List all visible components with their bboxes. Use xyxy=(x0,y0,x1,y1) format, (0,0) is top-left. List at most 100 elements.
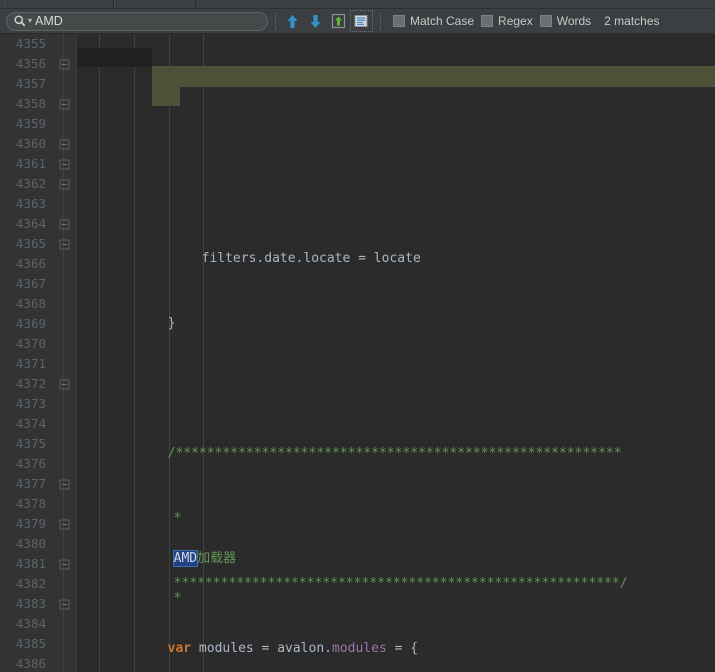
fold-collapse-icon[interactable] xyxy=(56,374,72,394)
words-checkbox[interactable]: Words xyxy=(539,14,592,28)
search-result-block-highlight xyxy=(152,66,715,87)
code-line[interactable]: * AMD加载器 * xyxy=(77,489,715,606)
line-number[interactable]: 4378 xyxy=(0,494,50,514)
line-number[interactable]: 4376 xyxy=(0,454,50,474)
fold-expand-icon[interactable] xyxy=(56,154,72,174)
fold-marker-column[interactable] xyxy=(56,34,72,672)
line-number[interactable]: 4375 xyxy=(0,434,50,454)
find-all-button[interactable] xyxy=(350,10,373,32)
editor-gutter[interactable]: 4355 4356 4357 4358 4359 4360 4361 4362 4363 4364… xyxy=(0,34,77,672)
fold-expand-icon xyxy=(59,559,69,569)
fold-slot-empty xyxy=(56,574,72,594)
code-token: } xyxy=(167,316,176,331)
search-history-caret-icon[interactable]: ▾ xyxy=(28,17,32,25)
fold-collapse-icon[interactable] xyxy=(56,514,72,534)
fold-slot-empty xyxy=(56,394,72,414)
line-number[interactable]: 4363 xyxy=(0,194,50,214)
fold-slot-empty xyxy=(56,314,72,334)
code-line[interactable] xyxy=(77,359,715,379)
line-number[interactable]: 4385 xyxy=(0,634,50,654)
current-block-shadow xyxy=(77,48,152,67)
fold-expand-icon[interactable] xyxy=(56,94,72,114)
fold-expand-icon[interactable] xyxy=(56,474,72,494)
line-number[interactable]: 4357 xyxy=(0,74,50,94)
line-number[interactable]: 4356 xyxy=(0,54,50,74)
fold-collapse-icon[interactable] xyxy=(56,134,72,154)
toolbar-separator xyxy=(275,12,276,30)
fold-expand-icon xyxy=(59,599,69,609)
line-number[interactable]: 4370 xyxy=(0,334,50,354)
line-number[interactable]: 4379 xyxy=(0,514,50,534)
line-number[interactable]: 4380 xyxy=(0,534,50,554)
regex-checkbox[interactable]: Regex xyxy=(481,14,533,28)
search-input[interactable]: ▾ AMD xyxy=(6,11,268,31)
line-number[interactable]: 4361 xyxy=(0,154,50,174)
fold-slot-empty xyxy=(56,454,72,474)
export-to-editor-icon xyxy=(331,13,346,29)
fold-expand-icon[interactable] xyxy=(56,234,72,254)
fold-collapse-icon xyxy=(59,378,69,389)
line-number[interactable]: 4382 xyxy=(0,574,50,594)
line-number[interactable]: 4381 xyxy=(0,554,50,574)
line-number[interactable]: 4366 xyxy=(0,254,50,274)
fold-collapse-icon[interactable] xyxy=(56,54,72,74)
line-number[interactable]: 4360 xyxy=(0,134,50,154)
find-toolbar: ▾ AMD Match Case Regex Words 2 matches xyxy=(0,9,715,34)
search-icon xyxy=(14,15,26,27)
regex-checkbox-box[interactable] xyxy=(481,15,494,27)
fold-collapse-icon xyxy=(59,218,69,229)
fold-slot-empty xyxy=(56,334,72,354)
line-number[interactable]: 4362 xyxy=(0,174,50,194)
line-number[interactable]: 4374 xyxy=(0,414,50,434)
match-case-checkbox-box[interactable] xyxy=(393,15,405,27)
line-number[interactable]: 4384 xyxy=(0,614,50,634)
line-number-column: 4355 4356 4357 4358 4359 4360 4361 4362 4363 4364… xyxy=(0,34,50,672)
find-next-button[interactable] xyxy=(305,11,326,31)
code-line[interactable]: var modules = avalon.modules = { xyxy=(77,619,715,656)
words-label: Words xyxy=(556,14,592,28)
line-number[interactable]: 4355 xyxy=(0,34,50,54)
line-number[interactable]: 4358 xyxy=(0,94,50,114)
line-number[interactable]: 4383 xyxy=(0,594,50,614)
code-line[interactable]: ****************************************… xyxy=(77,554,715,591)
fold-slot-empty xyxy=(56,114,72,134)
fold-expand-icon[interactable] xyxy=(56,174,72,194)
code-token: /***************************************… xyxy=(167,446,622,461)
fold-slot-empty xyxy=(56,534,72,554)
line-number[interactable]: 4364 xyxy=(0,214,50,234)
fold-slot-empty xyxy=(56,434,72,454)
code-line[interactable]: } xyxy=(77,294,715,331)
line-number[interactable]: 4372 xyxy=(0,374,50,394)
fold-expand-icon xyxy=(59,159,69,169)
fold-expand-icon[interactable] xyxy=(56,554,72,574)
fold-slot-empty xyxy=(56,194,72,214)
line-number[interactable]: 4377 xyxy=(0,474,50,494)
match-case-checkbox[interactable]: Match Case xyxy=(393,14,474,28)
line-number[interactable]: 4367 xyxy=(0,274,50,294)
toolbar-separator-2 xyxy=(380,12,381,30)
fold-collapse-icon[interactable] xyxy=(56,214,72,234)
line-number[interactable]: 4365 xyxy=(0,234,50,254)
fold-expand-icon[interactable] xyxy=(56,594,72,614)
select-all-occurrences-button[interactable] xyxy=(328,11,349,31)
fold-slot-empty xyxy=(56,414,72,434)
words-checkbox-box[interactable] xyxy=(539,15,552,27)
code-line[interactable]: /***************************************… xyxy=(77,424,715,461)
fold-expand-icon xyxy=(59,179,69,189)
line-number[interactable]: 4369 xyxy=(0,314,50,334)
code-editor[interactable]: 4355 4356 4357 4358 4359 4360 4361 4362 4363 4364… xyxy=(0,34,715,672)
match-count-label: 2 matches xyxy=(604,14,660,28)
find-previous-button[interactable] xyxy=(282,11,303,31)
line-number[interactable]: 4359 xyxy=(0,114,50,134)
editor-tab-strip xyxy=(0,0,715,9)
line-number[interactable]: 4386 xyxy=(0,654,50,672)
line-number[interactable]: 4373 xyxy=(0,394,50,414)
fold-slot-empty xyxy=(56,34,72,54)
line-number[interactable]: 4368 xyxy=(0,294,50,314)
code-pane[interactable]: filters.date.locate = locate } /********… xyxy=(77,34,715,672)
fold-collapse-icon xyxy=(59,58,69,69)
search-query-text: AMD xyxy=(35,14,63,28)
line-number[interactable]: 4371 xyxy=(0,354,50,374)
code-line[interactable]: filters.date.locate = locate xyxy=(77,229,715,266)
fold-slot-empty xyxy=(56,614,72,634)
